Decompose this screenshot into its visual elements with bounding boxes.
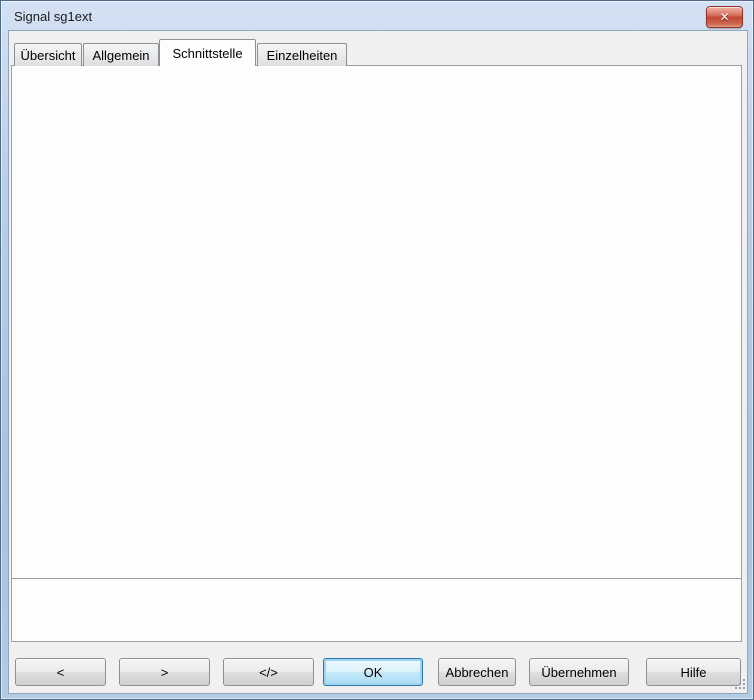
code-button[interactable]: </> — [223, 658, 314, 686]
tab-schnittstelle[interactable]: Schnittstelle — [159, 39, 256, 66]
ok-button[interactable]: OK — [323, 658, 423, 686]
window-title: Signal sg1ext — [14, 8, 92, 25]
close-button[interactable]: ✕ — [706, 6, 743, 28]
dialog-window: Signal sg1ext ✕ Übersicht Allgemein Schn… — [0, 0, 754, 700]
cancel-button[interactable]: Abbrechen — [438, 658, 516, 686]
resize-grip-icon[interactable] — [735, 679, 747, 691]
close-icon: ✕ — [719, 11, 729, 23]
forward-button[interactable]: > — [119, 658, 210, 686]
tab-uebersicht[interactable]: Übersicht — [14, 43, 82, 66]
tab-label: Einzelheiten — [267, 48, 338, 63]
tab-label: Schnittstelle — [172, 46, 242, 61]
back-button[interactable]: < — [15, 658, 106, 686]
ok-button-label: OK — [364, 665, 383, 680]
tab-einzelheiten[interactable]: Einzelheiten — [257, 43, 347, 66]
bottom-options-panel — [11, 578, 742, 642]
title-bar[interactable]: Signal sg1ext ✕ — [1, 1, 754, 31]
forward-button-label: > — [161, 665, 169, 680]
apply-button[interactable]: Übernehmen — [529, 658, 629, 686]
apply-button-label: Übernehmen — [541, 665, 616, 680]
help-button[interactable]: Hilfe — [646, 658, 741, 686]
code-button-label: </> — [259, 665, 278, 680]
tab-label: Übersicht — [21, 48, 76, 63]
cancel-button-label: Abbrechen — [446, 665, 509, 680]
tab-page-schnittstelle — [11, 65, 742, 579]
tab-label: Allgemein — [92, 48, 149, 63]
tab-allgemein[interactable]: Allgemein — [83, 43, 159, 66]
back-button-label: < — [57, 665, 65, 680]
help-button-label: Hilfe — [680, 665, 706, 680]
